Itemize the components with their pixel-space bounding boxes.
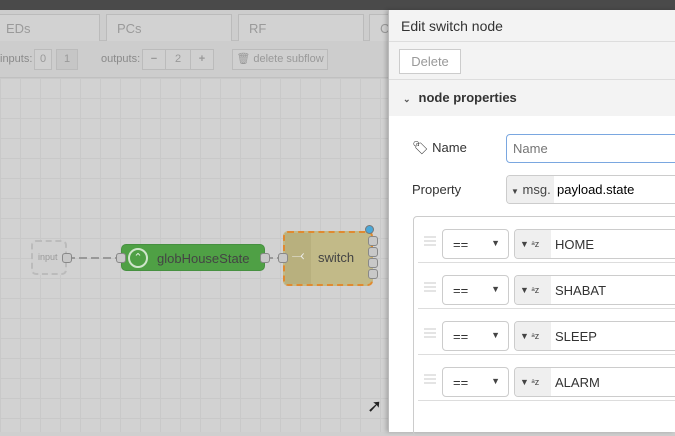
operator-select[interactable]: == ▼: [442, 229, 509, 259]
caret-down-icon: ▼: [491, 330, 500, 340]
top-bar: [0, 0, 675, 10]
output-port-1[interactable]: [368, 236, 378, 246]
operator-value: ==: [453, 375, 469, 390]
section-title: node properties: [418, 90, 517, 105]
changed-indicator: [365, 225, 374, 234]
rule-value: ALARM: [555, 375, 600, 390]
inputs-1-button[interactable]: 1: [56, 49, 78, 70]
rule-row: == ▼ ▼ ᵃz ALARM: [418, 355, 675, 401]
property-input[interactable]: ▼ msg. payload.state: [506, 175, 675, 204]
mouse-cursor-icon: ➚: [367, 396, 383, 416]
rule-value: HOME: [555, 237, 594, 252]
output-port-3[interactable]: [368, 258, 378, 268]
chevron-up-icon: ⌃: [128, 248, 148, 268]
caret-down-icon: ▼: [491, 284, 500, 294]
string-type-icon[interactable]: ▼ ᵃz: [515, 368, 551, 396]
rules-list: == ▼ ▼ ᵃz HOME == ▼ ▼ ᵃz SHABAT == ▼ ▼ ᵃz SLEEP =…: [413, 216, 675, 436]
delete-button[interactable]: Delete: [399, 49, 461, 74]
delete-subflow-label: delete subflow: [253, 53, 324, 65]
input-node-label: input: [38, 252, 58, 262]
rule-value-input[interactable]: ▼ ᵃz SHABAT: [514, 275, 675, 305]
rule-value: SLEEP: [555, 329, 597, 344]
output-port-4[interactable]: [368, 269, 378, 279]
name-input[interactable]: [506, 134, 675, 163]
string-type-icon[interactable]: ▼ ᵃz: [515, 276, 551, 304]
operator-value: ==: [453, 237, 469, 252]
string-type-icon[interactable]: ▼ ᵃz: [515, 322, 551, 350]
tab-pcs[interactable]: PCs: [106, 14, 232, 41]
workspace-tabs: EDs PCs RF C: [0, 10, 399, 41]
trash-icon: 🗑: [236, 53, 251, 65]
drag-handle-icon[interactable]: [424, 282, 436, 292]
caret-down-icon: ▼: [491, 238, 500, 248]
tab-rf[interactable]: RF: [238, 14, 364, 41]
inputs-label: inputs:: [0, 53, 33, 65]
rule-value: SHABAT: [555, 283, 607, 298]
outputs-label: outputs:: [101, 53, 141, 65]
chevron-down-icon: ⌄: [403, 94, 411, 104]
input-port[interactable]: [116, 253, 126, 263]
tray-toolbar: Delete: [389, 42, 675, 80]
delete-subflow-button[interactable]: 🗑 delete subflow: [232, 49, 328, 70]
caret-down-icon: ▼: [511, 187, 519, 196]
output-port[interactable]: [260, 253, 270, 263]
switch-node-label: switch: [318, 250, 355, 265]
operator-select[interactable]: == ▼: [442, 367, 509, 397]
rule-row: == ▼ ▼ ᵃz HOME: [418, 217, 675, 263]
inputs-0-button[interactable]: 0: [34, 49, 52, 70]
operator-select[interactable]: == ▼: [442, 321, 509, 351]
switch-node[interactable]: ⤙ switch: [283, 231, 373, 286]
edit-tray: Edit switch node Delete ⌄ node properties…: [388, 10, 675, 436]
property-label: Property: [412, 182, 462, 197]
subflow-toolbar: inputs: 0 1 outputs: − 2 + 🗑 delete subf…: [0, 41, 388, 78]
rule-value-input[interactable]: ▼ ᵃz HOME: [514, 229, 675, 259]
outputs-value[interactable]: 2: [166, 49, 190, 70]
name-label-text: Name: [432, 140, 467, 155]
name-label: 🏷 Name: [412, 140, 467, 156]
outputs-plus-button[interactable]: +: [190, 49, 214, 70]
input-port[interactable]: [278, 253, 288, 263]
drag-handle-icon[interactable]: [424, 374, 436, 384]
operator-value: ==: [453, 283, 469, 298]
switch-icon: ⤙: [285, 233, 311, 284]
property-prefix: msg.: [522, 182, 551, 197]
glob-node-label: globHouseState: [157, 251, 250, 266]
rule-value-input[interactable]: ▼ ᵃz ALARM: [514, 367, 675, 397]
flow-canvas[interactable]: input ⌃ globHouseState ⤙ switch ➚: [0, 78, 388, 432]
drag-handle-icon[interactable]: [424, 236, 436, 246]
tag-icon: 🏷: [412, 140, 429, 155]
operator-value: ==: [453, 329, 469, 344]
output-port[interactable]: [62, 253, 72, 263]
glob-house-state-node[interactable]: ⌃ globHouseState: [121, 244, 265, 271]
drag-handle-icon[interactable]: [424, 328, 436, 338]
rule-value-input[interactable]: ▼ ᵃz SLEEP: [514, 321, 675, 351]
node-properties-section[interactable]: ⌄ node properties: [389, 80, 675, 116]
output-port-2[interactable]: [368, 247, 378, 257]
outputs-minus-button[interactable]: −: [142, 49, 166, 70]
property-type-select[interactable]: ▼ msg.: [507, 176, 554, 203]
string-type-icon[interactable]: ▼ ᵃz: [515, 230, 551, 258]
operator-select[interactable]: == ▼: [442, 275, 509, 305]
caret-down-icon: ▼: [491, 376, 500, 386]
tab-eds[interactable]: EDs: [0, 14, 100, 41]
rule-row: == ▼ ▼ ᵃz SHABAT: [418, 263, 675, 309]
tray-title: Edit switch node: [389, 10, 675, 42]
rule-row: == ▼ ▼ ᵃz SLEEP: [418, 309, 675, 355]
property-value: payload.state: [557, 182, 635, 197]
